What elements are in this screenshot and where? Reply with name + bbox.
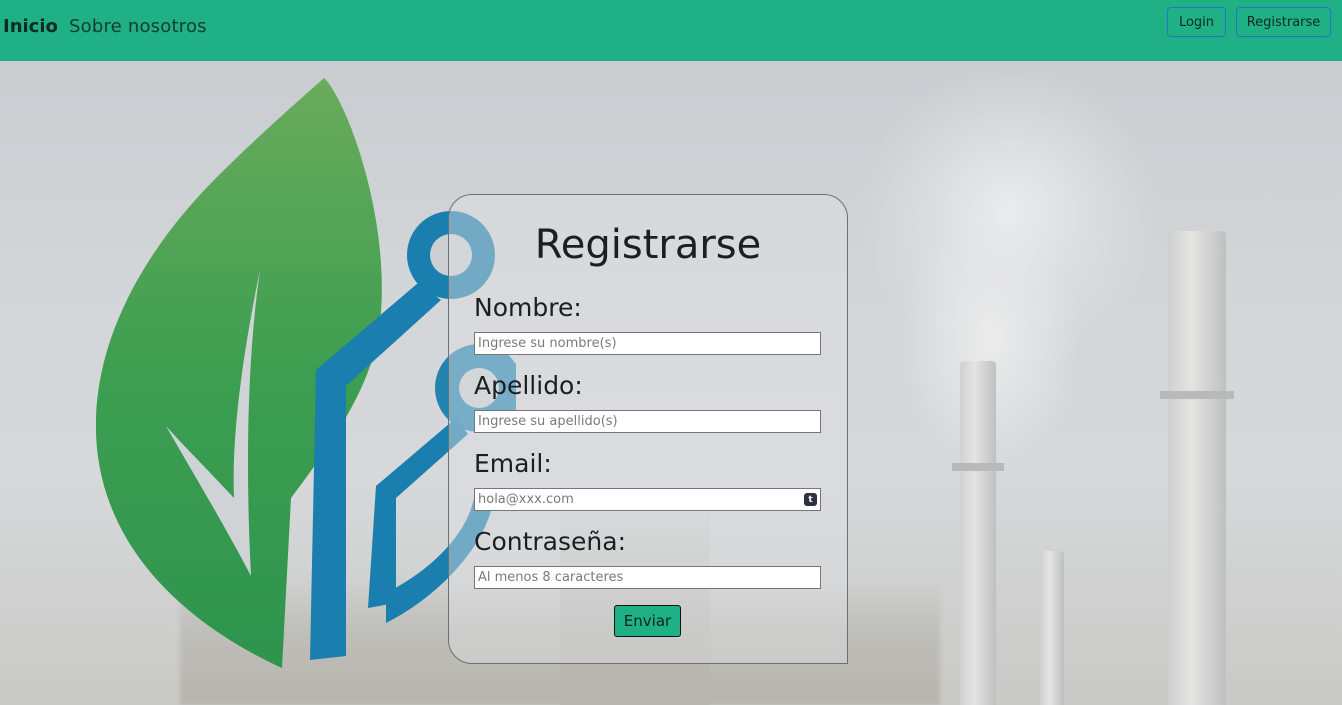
submit-button[interactable]: Enviar — [614, 605, 681, 637]
chimney — [1040, 551, 1064, 705]
first-name-input[interactable] — [474, 332, 821, 355]
form-title: Registrarse — [534, 222, 762, 268]
chimney-ring — [1160, 391, 1234, 399]
nav-about-link[interactable]: Sobre nosotros — [69, 16, 207, 37]
first-name-label: Nombre: — [474, 293, 582, 322]
last-name-label: Apellido: — [474, 371, 583, 400]
password-label: Contraseña: — [474, 527, 626, 556]
nav-brand-link[interactable]: Inicio — [3, 16, 58, 37]
chimney — [960, 361, 996, 705]
email-label: Email: — [474, 449, 552, 478]
chimney-ring — [952, 463, 1004, 471]
password-input[interactable] — [474, 566, 821, 589]
navbar: Inicio Sobre nosotros Login Registrarse — [0, 0, 1342, 61]
login-button[interactable]: Login — [1167, 7, 1226, 37]
password-manager-icon[interactable]: t — [804, 493, 817, 506]
register-button[interactable]: Registrarse — [1236, 7, 1331, 37]
last-name-input[interactable] — [474, 410, 821, 433]
email-input[interactable] — [474, 488, 821, 511]
chimney — [1168, 231, 1226, 705]
